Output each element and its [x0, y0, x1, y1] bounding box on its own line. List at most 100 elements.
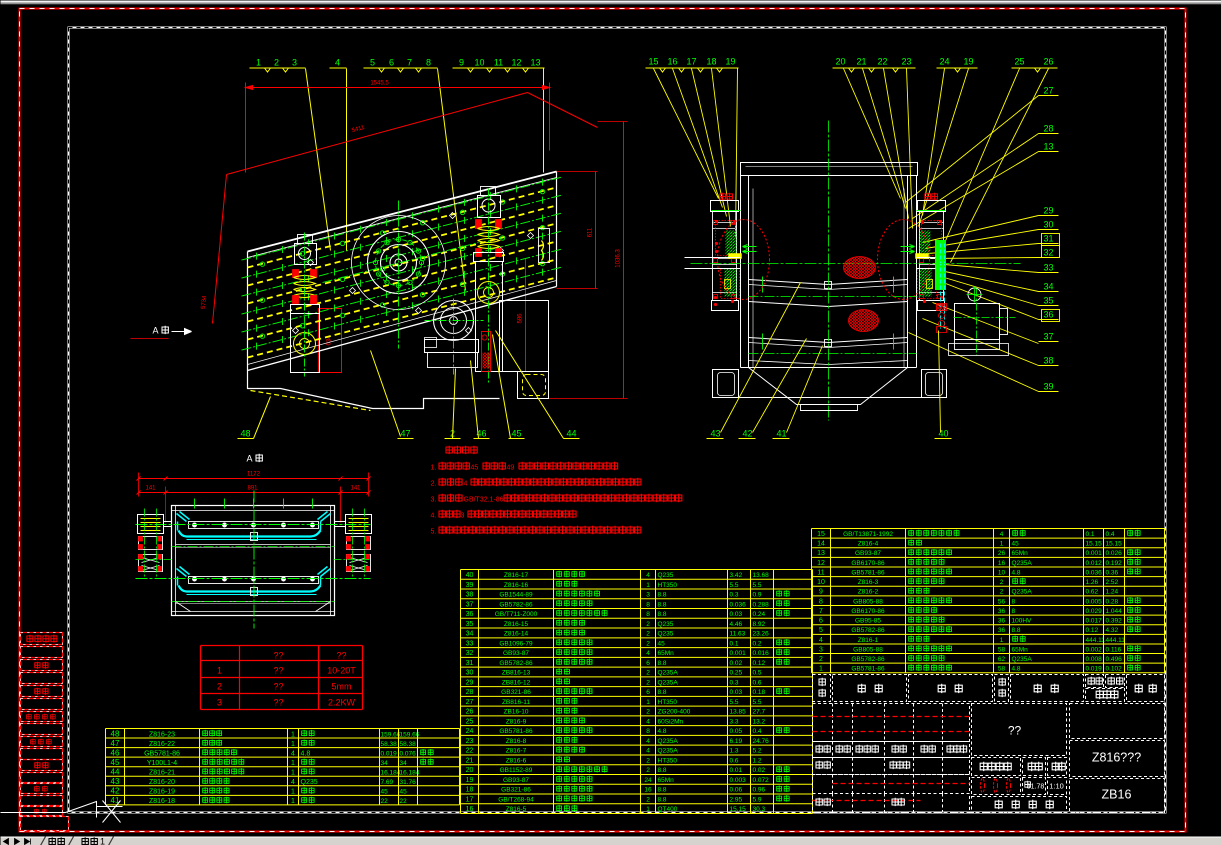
- svg-text:Z816-14: Z816-14: [504, 631, 529, 638]
- svg-text:0.03: 0.03: [730, 611, 743, 618]
- svg-text:891: 891: [247, 486, 258, 492]
- svg-text:444.11: 444.11: [1106, 637, 1126, 644]
- svg-text:23: 23: [466, 738, 474, 745]
- svg-text:Z816-22: Z816-22: [149, 741, 175, 748]
- svg-text:2.52: 2.52: [1106, 579, 1119, 586]
- svg-text:GB93-87: GB93-87: [503, 777, 529, 784]
- svg-text:43: 43: [710, 429, 720, 439]
- svg-text:Z816-20: Z816-20: [149, 779, 175, 786]
- svg-text:45: 45: [400, 789, 408, 796]
- svg-text:14: 14: [817, 541, 825, 548]
- svg-text:1: 1: [256, 58, 261, 68]
- svg-text:Q235: Q235: [658, 572, 674, 579]
- svg-text:Z816-6: Z816-6: [506, 757, 527, 764]
- svg-text:2: 2: [819, 656, 823, 663]
- svg-text:2: 2: [646, 767, 650, 774]
- svg-text:0.392: 0.392: [1106, 618, 1123, 625]
- svg-text:4: 4: [646, 718, 650, 725]
- svg-text:0.9: 0.9: [753, 592, 762, 599]
- svg-text:16: 16: [998, 560, 1006, 567]
- svg-text:100HV: 100HV: [1012, 618, 1033, 625]
- svg-text:36: 36: [998, 627, 1006, 634]
- svg-text:ZB816-12: ZB816-12: [502, 679, 531, 686]
- svg-text:2: 2: [646, 679, 650, 686]
- svg-text:0.116: 0.116: [1106, 646, 1122, 653]
- svg-text:13.85: 13.85: [730, 709, 747, 716]
- svg-text:4.8: 4.8: [301, 750, 311, 757]
- svg-text:4.8: 4.8: [658, 728, 667, 735]
- svg-text:ZG200-400: ZG200-400: [658, 709, 691, 716]
- svg-text:45: 45: [381, 789, 389, 796]
- svg-text:10-20T: 10-20T: [327, 666, 356, 676]
- svg-text:0.4: 0.4: [1106, 531, 1115, 538]
- svg-text:6: 6: [646, 689, 650, 696]
- svg-text:13.68: 13.68: [753, 572, 770, 579]
- svg-text:62: 62: [998, 656, 1006, 663]
- svg-text:3.3: 3.3: [730, 718, 739, 725]
- svg-text:4.8: 4.8: [1012, 666, 1021, 673]
- svg-text:47: 47: [400, 429, 410, 439]
- svg-text:2.2KW: 2.2KW: [328, 698, 356, 708]
- svg-text:141: 141: [350, 486, 361, 492]
- svg-text:28: 28: [1043, 124, 1053, 134]
- svg-text:36: 36: [998, 618, 1006, 625]
- svg-text:7: 7: [407, 58, 412, 68]
- svg-text:65Mn: 65Mn: [658, 650, 675, 657]
- svg-text:37: 37: [466, 601, 474, 608]
- svg-text:2: 2: [217, 682, 222, 692]
- svg-text:31.78: 31.78: [1027, 784, 1045, 791]
- svg-text:A: A: [246, 454, 252, 464]
- svg-text:ZB816-13: ZB816-13: [502, 670, 531, 677]
- svg-text:27: 27: [1043, 86, 1053, 96]
- svg-text:0.003: 0.003: [730, 777, 747, 784]
- svg-text:0.1: 0.1: [730, 640, 739, 647]
- svg-text:22: 22: [400, 798, 408, 805]
- svg-text:60Si2Mn: 60Si2Mn: [658, 718, 684, 725]
- svg-text:0.102: 0.102: [1106, 666, 1123, 673]
- svg-text:1.26: 1.26: [1086, 579, 1099, 586]
- svg-text:40: 40: [938, 429, 948, 439]
- svg-text:27: 27: [466, 699, 474, 706]
- svg-text:32: 32: [1043, 248, 1053, 258]
- svg-text:13: 13: [817, 550, 825, 557]
- svg-text:8: 8: [819, 598, 823, 605]
- svg-text:29: 29: [1043, 206, 1053, 216]
- svg-text:34: 34: [400, 760, 408, 767]
- svg-text:22: 22: [877, 57, 887, 67]
- svg-text:1.3: 1.3: [730, 748, 739, 755]
- svg-text:15: 15: [817, 531, 825, 538]
- svg-text:4: 4: [464, 481, 468, 488]
- svg-text:19: 19: [725, 57, 735, 67]
- svg-text:GB/T711-Z000: GB/T711-Z000: [495, 611, 538, 618]
- svg-text:13: 13: [530, 58, 540, 68]
- svg-text:18: 18: [466, 787, 474, 794]
- svg-text:Z816-8: Z816-8: [506, 738, 527, 745]
- svg-text:0.2: 0.2: [753, 640, 762, 647]
- svg-text:20: 20: [466, 767, 474, 774]
- svg-text:31: 31: [466, 660, 474, 667]
- svg-text:0.02: 0.02: [753, 767, 766, 774]
- svg-text:16.184: 16.184: [381, 770, 401, 777]
- svg-text:GB5781-86: GB5781-86: [851, 666, 885, 673]
- svg-text:22: 22: [381, 798, 389, 805]
- svg-text:16: 16: [466, 806, 474, 813]
- svg-text:2: 2: [646, 709, 650, 716]
- svg-text:45: 45: [111, 758, 120, 767]
- svg-text:4: 4: [291, 750, 295, 757]
- svg-text:1:10: 1:10: [1049, 782, 1064, 791]
- svg-text:16: 16: [667, 57, 677, 67]
- svg-text:4: 4: [646, 650, 650, 657]
- svg-text:A: A: [152, 326, 158, 336]
- svg-text:5.5: 5.5: [730, 582, 739, 589]
- svg-text:0.1: 0.1: [1086, 531, 1095, 538]
- svg-text:42: 42: [742, 429, 752, 439]
- svg-text:1: 1: [646, 582, 650, 589]
- svg-text:26: 26: [466, 709, 474, 716]
- svg-text:0.03: 0.03: [730, 689, 743, 696]
- svg-text:0.496: 0.496: [1106, 656, 1123, 663]
- svg-text:65Mn: 65Mn: [1012, 550, 1029, 557]
- svg-text:8: 8: [646, 611, 650, 618]
- svg-text:26: 26: [1043, 57, 1053, 67]
- svg-text:15: 15: [648, 57, 658, 67]
- svg-text:0.62: 0.62: [1086, 589, 1099, 596]
